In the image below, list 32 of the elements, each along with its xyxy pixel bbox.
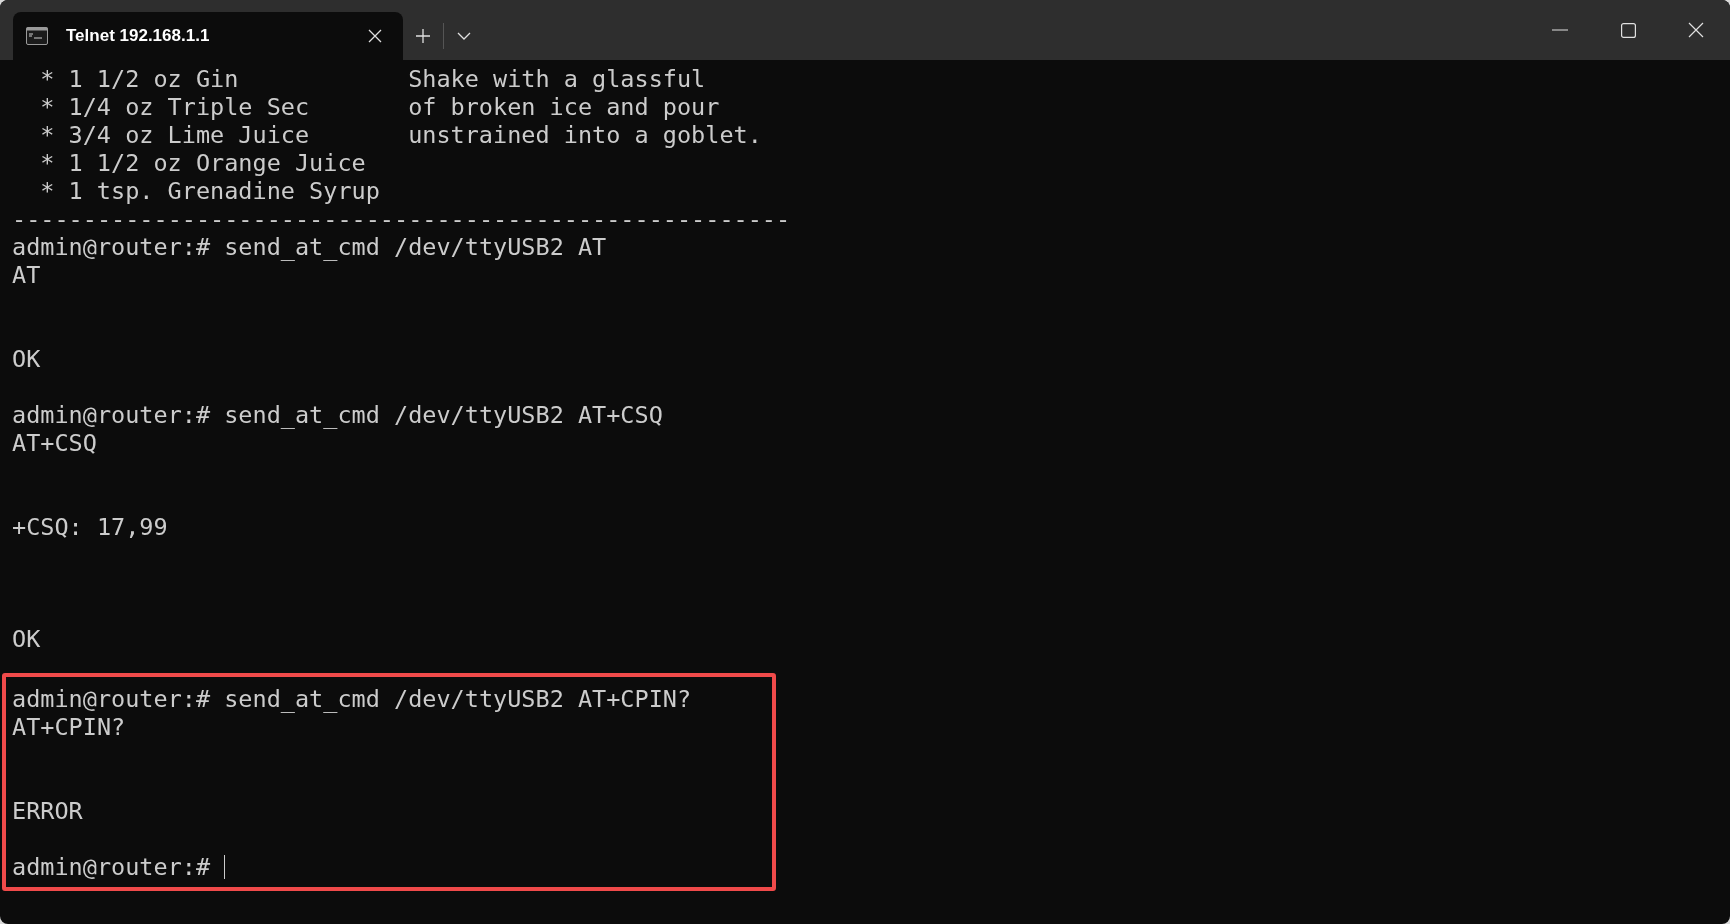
- command-text: send_at_cmd /dev/ttyUSB2 AT+CPIN?: [224, 685, 692, 713]
- prompt-text: admin@router:#: [12, 233, 211, 261]
- terminal-icon: [26, 27, 48, 45]
- instruction-text: Shake with a glassful: [408, 65, 706, 93]
- output-text: +CSQ: 17,99: [12, 513, 168, 541]
- ingredient-text: * 1/4 oz Triple Sec: [40, 93, 311, 121]
- instruction-text: unstrained into a goblet.: [408, 121, 762, 149]
- ingredient-text: * 1 1/2 oz Orange Juice: [40, 149, 367, 177]
- ingredient-text: * 1 1/2 oz Gin: [40, 65, 240, 93]
- separator-text: -------------------------------------------------------: [12, 205, 791, 233]
- prompt-text: admin@router:#: [12, 853, 211, 881]
- prompt-text: admin@router:#: [12, 685, 211, 713]
- tab[interactable]: Telnet 192.168.1.1: [13, 12, 403, 60]
- maximize-icon: [1620, 22, 1636, 38]
- instruction-text: of broken ice and pour: [408, 93, 720, 121]
- close-icon: [368, 29, 382, 43]
- command-text: send_at_cmd /dev/ttyUSB2 AT+CSQ: [224, 401, 663, 429]
- chevron-down-icon: [457, 32, 471, 40]
- minimize-icon: [1552, 29, 1568, 31]
- output-text: OK: [12, 625, 41, 653]
- close-icon: [1688, 22, 1704, 38]
- tab-title: Telnet 192.168.1.1: [66, 25, 210, 48]
- prompt-text: admin@router:#: [12, 401, 211, 429]
- ingredient-text: * 1 tsp. Grenadine Syrup: [40, 177, 381, 205]
- output-text: ERROR: [12, 797, 83, 825]
- command-text: send_at_cmd /dev/ttyUSB2 AT: [224, 233, 607, 261]
- output-text: AT: [12, 261, 41, 289]
- ingredient-text: * 3/4 oz Lime Juice: [40, 121, 311, 149]
- output-text: AT+CSQ: [12, 429, 97, 457]
- plus-icon: [415, 28, 431, 44]
- output-text: AT+CPIN?: [12, 713, 126, 741]
- output-text: OK: [12, 345, 41, 373]
